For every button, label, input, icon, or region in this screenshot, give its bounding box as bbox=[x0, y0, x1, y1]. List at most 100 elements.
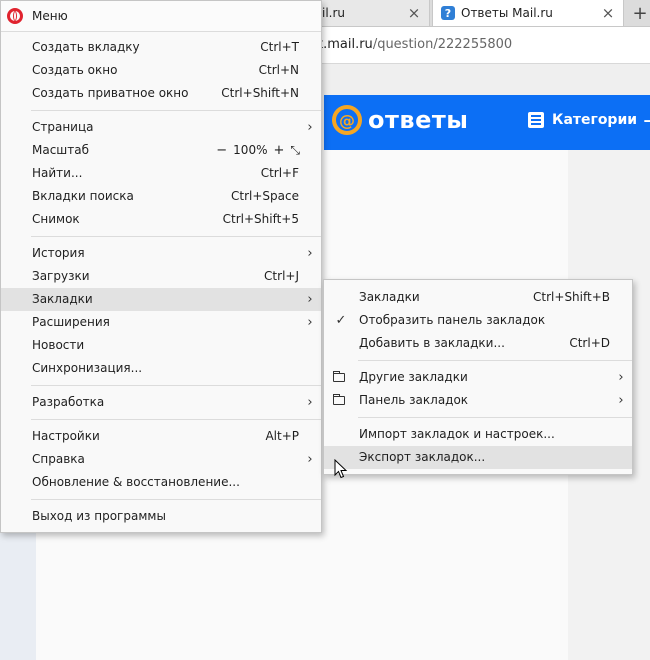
menu-item-help[interactable]: Справка › bbox=[1, 448, 321, 471]
menu-item-shortcut: Ctrl+Shift+5 bbox=[222, 212, 299, 226]
menu-item-zoom: Масштаб − 100% + ⤡ bbox=[1, 139, 321, 162]
tab-title: il.ru bbox=[322, 6, 346, 20]
tab-title: Ответы Mail.ru bbox=[461, 6, 553, 20]
url-path: /question/222255800 bbox=[372, 37, 513, 52]
folder-icon bbox=[333, 371, 345, 382]
menu-title-bar[interactable]: Меню bbox=[1, 1, 321, 32]
submenu-item-bookmarks-bar[interactable]: Панель закладок › bbox=[324, 389, 632, 412]
chevron-right-icon: › bbox=[618, 393, 624, 408]
menu-item-shortcut: Ctrl+Shift+B bbox=[533, 290, 610, 304]
menu-item-label: Страница bbox=[32, 120, 94, 134]
zoom-level: 100% bbox=[233, 143, 268, 157]
menu-item-label: Масштаб bbox=[32, 143, 90, 157]
menu-separator bbox=[31, 110, 321, 111]
menu-item-new-window[interactable]: Создать окно Ctrl+N bbox=[1, 59, 321, 82]
menu-item-label: Панель закладок bbox=[359, 393, 469, 407]
tab-answers[interactable]: ? Ответы Mail.ru × bbox=[432, 0, 624, 26]
menu-item-label: Найти... bbox=[32, 166, 83, 180]
zoom-out-button[interactable]: − bbox=[216, 139, 227, 162]
menu-item-search-tabs[interactable]: Вкладки поиска Ctrl+Space bbox=[1, 185, 321, 208]
close-icon[interactable]: × bbox=[407, 4, 421, 22]
menu-separator bbox=[358, 417, 632, 418]
zoom-controls: − 100% + ⤡ bbox=[216, 139, 300, 162]
menu-item-snapshot[interactable]: Снимок Ctrl+Shift+5 bbox=[1, 208, 321, 231]
submenu-item-bookmarks[interactable]: Закладки Ctrl+Shift+B bbox=[324, 286, 632, 309]
menu-item-exit[interactable]: Выход из программы bbox=[1, 505, 321, 528]
menu-separator bbox=[31, 419, 321, 420]
menu-item-shortcut: Ctrl+J bbox=[264, 269, 299, 283]
chevron-right-icon: › bbox=[307, 246, 313, 261]
menu-item-label: История bbox=[32, 246, 85, 260]
menu-item-shortcut: Ctrl+D bbox=[569, 336, 610, 350]
menu-item-label: Расширения bbox=[32, 315, 110, 329]
menu-item-shortcut: Ctrl+N bbox=[258, 63, 299, 77]
submenu-item-add-bookmark[interactable]: Добавить в закладки... Ctrl+D bbox=[324, 332, 632, 355]
menu-item-new-tab[interactable]: Создать вкладку Ctrl+T bbox=[1, 36, 321, 59]
menu-item-label: Загрузки bbox=[32, 269, 90, 283]
menu-item-downloads[interactable]: Загрузки Ctrl+J bbox=[1, 265, 321, 288]
url-text: et.mail.ru/question/222255800 bbox=[310, 37, 512, 52]
list-icon bbox=[528, 112, 544, 128]
chevron-right-icon: › bbox=[307, 315, 313, 330]
plus-icon[interactable]: + bbox=[642, 109, 650, 134]
brand-name: ответы bbox=[368, 106, 469, 134]
mail-logo[interactable]: @ ответы bbox=[332, 105, 468, 135]
menu-item-label: Снимок bbox=[32, 212, 80, 226]
menu-separator bbox=[31, 499, 321, 500]
menu-item-news[interactable]: Новости bbox=[1, 334, 321, 357]
menu-item-extensions[interactable]: Расширения › bbox=[1, 311, 321, 334]
chevron-right-icon: › bbox=[307, 452, 313, 467]
menu-item-sync[interactable]: Синхронизация... bbox=[1, 357, 321, 380]
bookmarks-submenu: Закладки Ctrl+Shift+B ✓ Отобразить панел… bbox=[323, 279, 633, 475]
menu-item-label: Выход из программы bbox=[32, 509, 166, 523]
mail-header: @ ответы Категории + bbox=[324, 95, 650, 150]
menu-item-shortcut: Alt+P bbox=[265, 429, 299, 443]
menu-item-shortcut: Ctrl+Shift+N bbox=[221, 86, 299, 100]
close-icon[interactable]: × bbox=[601, 4, 615, 22]
menu-item-label: Обновление & восстановление... bbox=[32, 475, 240, 489]
menu-item-private-window[interactable]: Создать приватное окно Ctrl+Shift+N bbox=[1, 82, 321, 105]
menu-item-label: Синхронизация... bbox=[32, 361, 143, 375]
menu-item-label: Вкладки поиска bbox=[32, 189, 134, 203]
opera-main-menu: Меню Создать вкладку Ctrl+T Создать окно… bbox=[0, 0, 322, 533]
menu-item-history[interactable]: История › bbox=[1, 242, 321, 265]
menu-item-label: Закладки bbox=[359, 290, 420, 304]
menu-item-find[interactable]: Найти... Ctrl+F bbox=[1, 162, 321, 185]
menu-item-shortcut: Ctrl+T bbox=[260, 40, 299, 54]
submenu-item-import[interactable]: Импорт закладок и настроек... bbox=[324, 423, 632, 446]
at-icon: @ bbox=[332, 105, 362, 135]
menu-item-shortcut: Ctrl+F bbox=[260, 166, 299, 180]
menu-separator bbox=[358, 360, 632, 361]
menu-item-label: Создать окно bbox=[32, 63, 118, 77]
answers-favicon-icon: ? bbox=[441, 6, 455, 20]
menu-item-bookmarks[interactable]: Закладки › bbox=[1, 288, 321, 311]
menu-item-label: Другие закладки bbox=[359, 370, 468, 384]
chevron-right-icon: › bbox=[307, 395, 313, 410]
submenu-item-show-bookmarks-bar[interactable]: ✓ Отобразить панель закладок bbox=[324, 309, 632, 332]
menu-item-update-recovery[interactable]: Обновление & восстановление... bbox=[1, 471, 321, 494]
fullscreen-icon[interactable]: ⤡ bbox=[290, 139, 300, 162]
menu-separator bbox=[31, 385, 321, 386]
menu-item-label: Импорт закладок и настроек... bbox=[359, 427, 555, 441]
opera-logo-icon bbox=[7, 8, 23, 24]
chevron-right-icon: › bbox=[307, 292, 313, 307]
menu-item-developer[interactable]: Разработка › bbox=[1, 391, 321, 414]
menu-item-label: Настройки bbox=[32, 429, 100, 443]
menu-item-label: Разработка bbox=[32, 395, 105, 409]
submenu-item-other-bookmarks[interactable]: Другие закладки › bbox=[324, 366, 632, 389]
new-tab-button[interactable]: + bbox=[630, 0, 650, 26]
menu-item-settings[interactable]: Настройки Alt+P bbox=[1, 425, 321, 448]
menu-item-page[interactable]: Страница › bbox=[1, 116, 321, 139]
check-icon: ✓ bbox=[335, 313, 347, 328]
submenu-item-export[interactable]: Экспорт закладок... bbox=[324, 446, 632, 469]
menu-item-label: Создать вкладку bbox=[32, 40, 140, 54]
categories-label: Категории bbox=[552, 112, 638, 128]
chevron-right-icon: › bbox=[618, 370, 624, 385]
categories-button[interactable]: Категории bbox=[528, 112, 637, 128]
chevron-right-icon: › bbox=[307, 120, 313, 135]
menu-item-label: Добавить в закладки... bbox=[359, 336, 505, 350]
menu-title: Меню bbox=[32, 9, 68, 23]
menu-separator bbox=[31, 236, 321, 237]
menu-item-label: Закладки bbox=[32, 292, 93, 306]
zoom-in-button[interactable]: + bbox=[273, 139, 284, 162]
